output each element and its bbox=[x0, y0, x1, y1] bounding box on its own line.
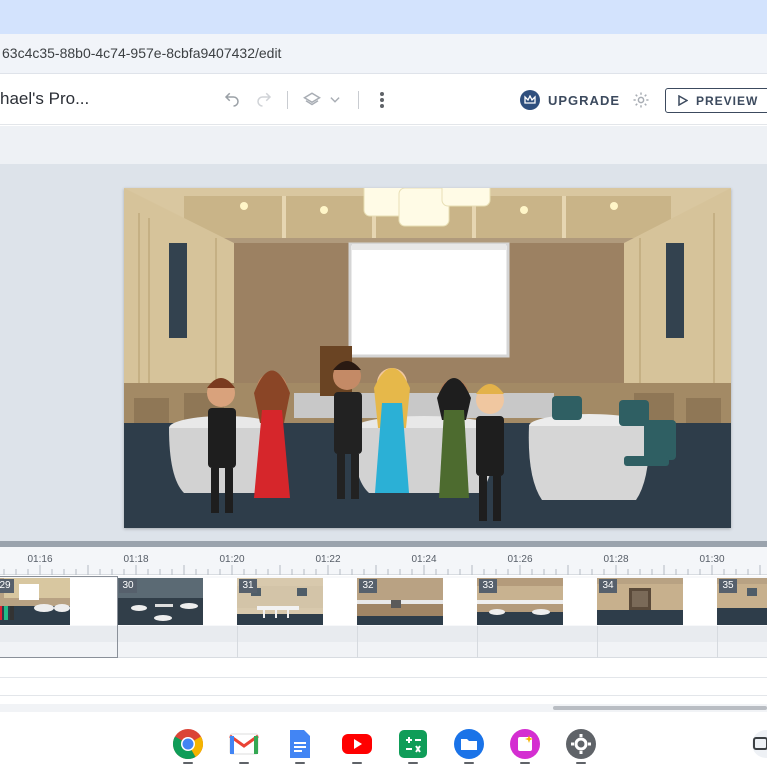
toolbar-strip bbox=[0, 126, 767, 164]
running-indicator bbox=[239, 762, 249, 764]
browser-tab-strip bbox=[0, 0, 767, 34]
scene-number: 31 bbox=[239, 579, 257, 593]
running-indicator bbox=[295, 762, 305, 764]
time-label: 01:20 bbox=[219, 554, 245, 565]
upgrade-button[interactable]: UPGRADE bbox=[520, 88, 620, 112]
layers-icon[interactable] bbox=[300, 88, 324, 112]
selected-scene-outline bbox=[0, 576, 118, 658]
upgrade-label: UPGRADE bbox=[548, 92, 621, 108]
track-divider bbox=[597, 626, 598, 658]
chrome-icon[interactable] bbox=[171, 727, 205, 764]
header-divider bbox=[358, 91, 359, 109]
address-bar[interactable]: 63c4c35-88b0-4c74-957e-8cbfa9407432/edit bbox=[0, 34, 767, 74]
time-label: 01:30 bbox=[699, 554, 725, 565]
running-indicator bbox=[520, 762, 530, 764]
undo-icon[interactable] bbox=[220, 88, 244, 112]
preview-button[interactable]: PREVIEW bbox=[665, 88, 767, 113]
timeline-ruler[interactable]: 01:16 01:18 01:20 01:22 01:24 01:26 01:2… bbox=[0, 547, 767, 575]
scene-number: 32 bbox=[359, 579, 377, 593]
redo-icon[interactable] bbox=[252, 88, 276, 112]
scene-clip-32[interactable]: 32 bbox=[357, 578, 477, 625]
chevron-down-icon[interactable] bbox=[323, 88, 347, 112]
scene-clip-35[interactable]: 35 bbox=[717, 578, 767, 625]
scene-clip-31[interactable]: 31 bbox=[237, 578, 357, 625]
time-label: 01:26 bbox=[507, 554, 533, 565]
time-label: 01:28 bbox=[603, 554, 629, 565]
scene-clip-33[interactable]: 33 bbox=[477, 578, 597, 625]
play-icon bbox=[678, 95, 688, 106]
url-text[interactable]: 63c4c35-88b0-4c74-957e-8cbfa9407432/edit bbox=[2, 45, 281, 61]
ruler-ticks bbox=[3, 565, 761, 575]
files-icon[interactable] bbox=[452, 727, 486, 764]
running-indicator bbox=[183, 762, 193, 764]
scene-number: 33 bbox=[479, 579, 497, 593]
running-indicator bbox=[576, 762, 586, 764]
running-indicator bbox=[408, 762, 418, 764]
scrollbar-thumb[interactable] bbox=[553, 706, 767, 710]
docs-icon[interactable] bbox=[283, 727, 317, 764]
os-shelf bbox=[0, 719, 767, 767]
youtube-icon[interactable] bbox=[340, 727, 374, 764]
track-divider bbox=[357, 626, 358, 658]
scene-clip-30[interactable]: 30 bbox=[117, 578, 237, 625]
time-label: 01:16 bbox=[27, 554, 53, 565]
more-vert-icon[interactable] bbox=[370, 88, 394, 112]
scene-canvas[interactable] bbox=[124, 188, 731, 528]
running-indicator bbox=[352, 762, 362, 764]
scene-number: 30 bbox=[119, 579, 137, 593]
time-label: 01:24 bbox=[411, 554, 437, 565]
scene-number: 34 bbox=[599, 579, 617, 593]
sheets-icon[interactable] bbox=[396, 727, 430, 764]
time-label: 01:18 bbox=[123, 554, 149, 565]
track-divider bbox=[477, 626, 478, 658]
header-divider bbox=[287, 91, 288, 109]
scene-number: 35 bbox=[719, 579, 737, 593]
timeline-scrollbar[interactable] bbox=[0, 704, 767, 712]
gmail-icon[interactable] bbox=[227, 727, 261, 764]
tray-icon[interactable] bbox=[744, 727, 767, 761]
project-title[interactable]: hael's Pro... bbox=[0, 89, 89, 109]
editor-header: hael's Pro... UPGRADE PREVIEW bbox=[0, 75, 767, 125]
canvas-icon[interactable] bbox=[508, 727, 542, 764]
settings-icon[interactable] bbox=[564, 727, 598, 764]
track-divider bbox=[717, 626, 718, 658]
crown-icon bbox=[520, 90, 540, 110]
preview-label: PREVIEW bbox=[696, 93, 759, 108]
time-label: 01:22 bbox=[315, 554, 341, 565]
scene-clip-34[interactable]: 34 bbox=[597, 578, 717, 625]
row-divider bbox=[0, 677, 767, 678]
row-divider bbox=[0, 695, 767, 696]
track-divider bbox=[237, 626, 238, 658]
gear-icon[interactable] bbox=[629, 88, 653, 112]
running-indicator bbox=[464, 762, 474, 764]
